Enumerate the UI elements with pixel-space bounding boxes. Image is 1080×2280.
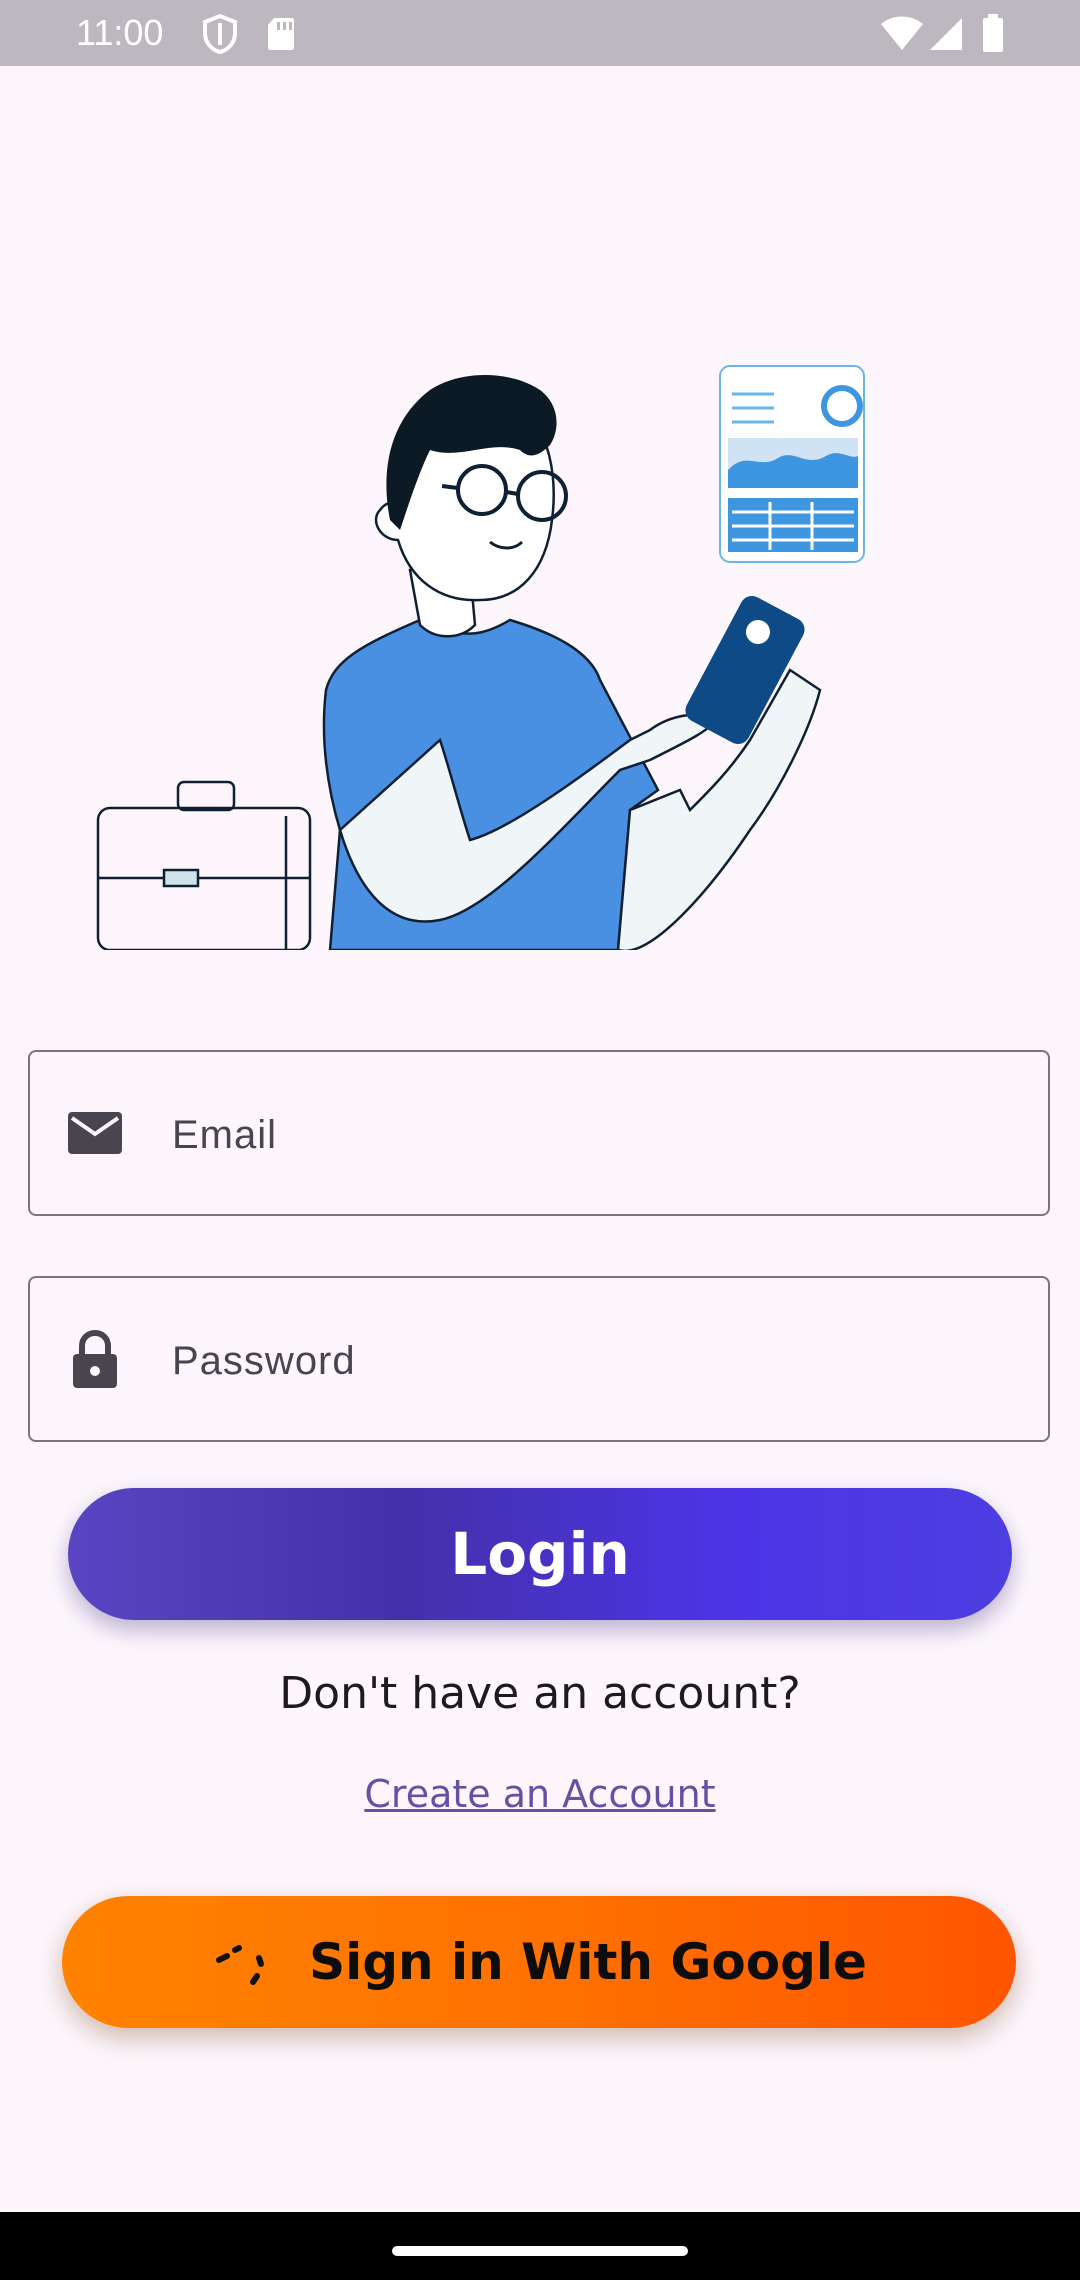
login-button[interactable]: Login [68, 1488, 1012, 1620]
loading-spinner-icon [216, 1945, 265, 1985]
dashboard-card-icon [719, 365, 865, 563]
google-button-label: Sign in With Google [309, 1933, 867, 1991]
person-with-phone-illustration [96, 365, 865, 950]
no-account-text: Don't have an account? [279, 1668, 801, 1719]
mail-icon [68, 1112, 122, 1154]
login-screen: 11:00 Email Login Don't have an account?… [0, 0, 1080, 2280]
status-time: 11:00 [76, 12, 164, 53]
google-sign-in-button[interactable]: Sign in With Google [62, 1896, 1016, 2028]
wifi-icon [881, 16, 923, 50]
email-field[interactable] [28, 1050, 1050, 1216]
battery-icon [983, 14, 1003, 52]
briefcase-icon [96, 780, 312, 950]
status-bar: 11:00 [0, 0, 1080, 66]
sd-card-icon [268, 18, 294, 50]
login-button-label: Login [450, 1520, 630, 1588]
shield-icon [203, 14, 237, 54]
lock-icon [73, 1330, 117, 1388]
cellular-signal-icon [930, 18, 962, 50]
navigation-bar [0, 2212, 1080, 2280]
email-input[interactable] [170, 1082, 1014, 1188]
password-field[interactable] [28, 1276, 1050, 1442]
password-input[interactable] [170, 1308, 1014, 1414]
home-gesture-handle[interactable] [392, 2246, 688, 2256]
create-account-link[interactable]: Create an Account [0, 1772, 1080, 1816]
